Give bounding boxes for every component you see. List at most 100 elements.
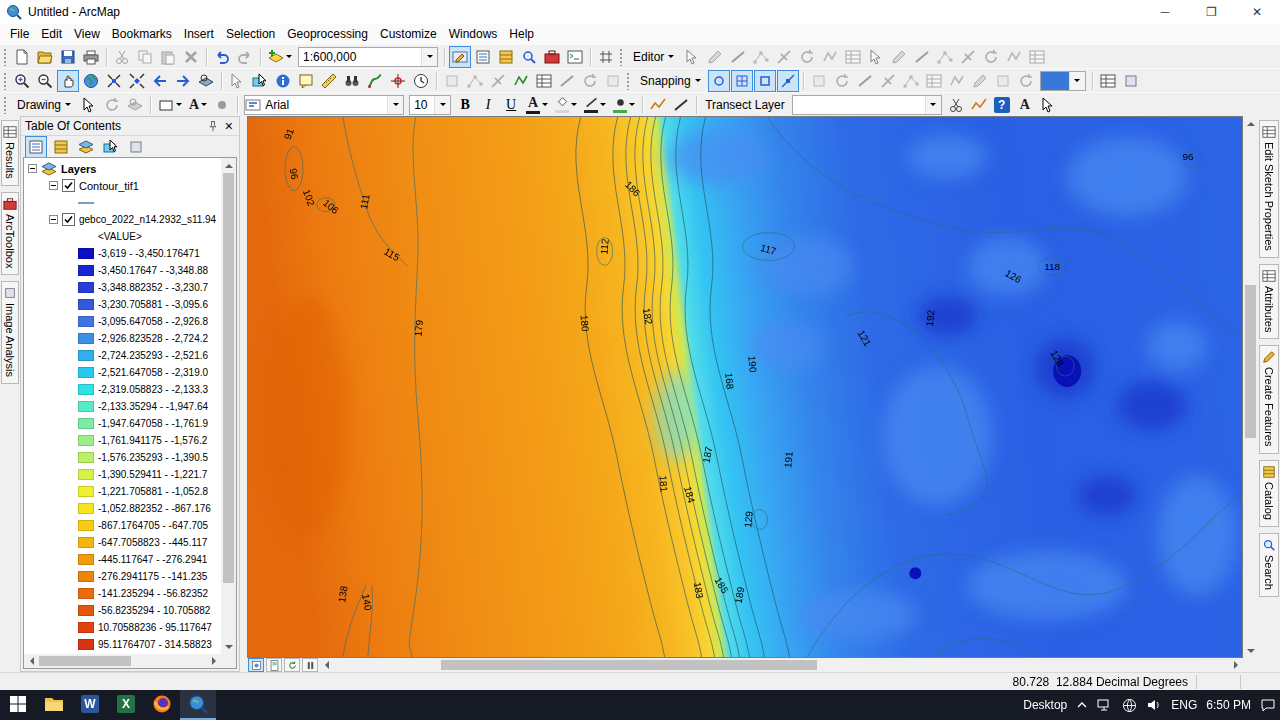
menu-item[interactable]: Edit <box>35 25 68 43</box>
clock[interactable]: 6:50 PM <box>1206 698 1251 712</box>
editor-menu[interactable]: Editor <box>627 46 680 68</box>
file-button[interactable] <box>80 46 102 68</box>
legend-row[interactable]: -1,761.941175 - -1,576.2 <box>24 432 221 449</box>
tree-expander[interactable] <box>49 181 58 190</box>
query-button[interactable] <box>318 70 340 92</box>
toolbar-grip[interactable] <box>3 96 7 114</box>
georeferencing-button[interactable] <box>854 70 876 92</box>
maximize-button[interactable]: ❐ <box>1188 0 1234 24</box>
toc-vertical-scrollbar-arrow-end[interactable] <box>221 639 236 654</box>
georeferencing-button[interactable] <box>877 70 899 92</box>
drawing-select-button[interactable] <box>78 94 100 116</box>
edit-tool-button[interactable] <box>773 46 795 68</box>
map-vertical-scrollbar-arrow-start[interactable] <box>1243 116 1258 131</box>
data-view-button[interactable] <box>248 658 264 672</box>
toc-vertical-scrollbar-track[interactable] <box>221 173 236 639</box>
add-data-button[interactable] <box>265 46 295 68</box>
map-horizontal-scrollbar-thumb[interactable] <box>441 660 816 670</box>
georeferencing-button[interactable] <box>831 70 853 92</box>
toolbar-grip[interactable] <box>626 72 630 90</box>
toc-horizontal-scrollbar-arrow-end[interactable] <box>206 654 221 668</box>
menu-item[interactable]: Customize <box>374 25 443 43</box>
extra-button[interactable] <box>595 46 617 68</box>
bold-button[interactable]: B <box>454 94 476 116</box>
menu-item[interactable]: Selection <box>220 25 281 43</box>
layer-checkbox[interactable] <box>62 179 75 192</box>
combo-button[interactable] <box>1069 72 1085 90</box>
edit-tool-button[interactable] <box>819 46 841 68</box>
edit-tool-button[interactable] <box>865 46 887 68</box>
legend-row[interactable]: -3,095.647058 - -2,926.8 <box>24 313 221 330</box>
tool-button[interactable] <box>1097 70 1119 92</box>
georeferencing-button[interactable] <box>992 70 1014 92</box>
query-button[interactable] <box>364 70 386 92</box>
transect-layer-combo[interactable] <box>792 95 942 115</box>
query-button[interactable] <box>226 70 248 92</box>
navigation-button[interactable] <box>195 70 217 92</box>
snap-button[interactable] <box>708 70 730 92</box>
window-button[interactable] <box>541 46 563 68</box>
legend-row[interactable]: -647.7058823 - -445.117 <box>24 534 221 551</box>
dock-tab[interactable]: ArcToolbox <box>1 192 19 275</box>
combo-button[interactable] <box>387 96 403 114</box>
toolbar-grip[interactable] <box>3 48 7 66</box>
legend-row[interactable]: -1,052.882352 - -867.176 <box>24 500 221 517</box>
navigation-button[interactable] <box>57 70 79 92</box>
desktop-toolbar[interactable]: Desktop <box>1023 698 1067 712</box>
legend-row[interactable]: -1,576.235293 - -1,390.5 <box>24 449 221 466</box>
edit-tool-button[interactable] <box>888 46 910 68</box>
fill-color-button[interactable] <box>552 94 580 116</box>
georeferencing-button[interactable] <box>923 70 945 92</box>
menu-item[interactable]: File <box>4 25 35 43</box>
drawing-select-button[interactable] <box>101 94 123 116</box>
georeferencing-button[interactable] <box>808 70 830 92</box>
navigation-button[interactable] <box>172 70 194 92</box>
pointer-button[interactable] <box>1037 94 1059 116</box>
map-horizontal-scrollbar[interactable] <box>319 658 1243 672</box>
edit-tool-button[interactable] <box>957 46 979 68</box>
legend-row[interactable]: -445.117647 - -276.2941 <box>24 551 221 568</box>
legend-row[interactable]: -2,724.235293 - -2,521.6 <box>24 347 221 364</box>
window-button[interactable] <box>472 46 494 68</box>
clipboard-button[interactable] <box>157 46 179 68</box>
edit-tool-button[interactable] <box>842 46 864 68</box>
file-button[interactable] <box>11 46 33 68</box>
query-button[interactable] <box>341 70 363 92</box>
legend-row[interactable]: -2,521.647058 - -2,319.0 <box>24 364 221 381</box>
map-horizontal-scrollbar-arrow-start[interactable] <box>319 658 334 672</box>
analysis-button[interactable] <box>579 70 601 92</box>
menu-item[interactable]: View <box>68 25 106 43</box>
toolbar-grip[interactable] <box>619 48 623 66</box>
edit-tool-button[interactable] <box>980 46 1002 68</box>
legend-row[interactable]: -1,947.647058 - -1,761.9 <box>24 415 221 432</box>
edit-tool-button[interactable] <box>750 46 772 68</box>
bathymetry-map[interactable]: 9196102106111115179180182186112117126118… <box>248 117 1242 657</box>
excel-taskbar-button[interactable]: X <box>108 690 144 720</box>
legend-row[interactable]: -2,319.058823 - -2,133.3 <box>24 381 221 398</box>
legend-row[interactable]: -56.8235294 - 10.705882 <box>24 602 221 619</box>
shape-button[interactable] <box>155 94 185 116</box>
dock-tab[interactable]: Attributes <box>1259 264 1279 339</box>
toc-vertical-scrollbar[interactable] <box>221 158 236 654</box>
snap-button[interactable] <box>754 70 776 92</box>
combo-button[interactable] <box>434 96 450 114</box>
map-vertical-scrollbar-thumb[interactable] <box>1245 285 1256 439</box>
legend-row[interactable]: -2,133.35294 - -1,947.64 <box>24 398 221 415</box>
menu-item[interactable]: Insert <box>178 25 220 43</box>
edit-tool-button[interactable] <box>704 46 726 68</box>
font-size-combo[interactable]: 10 <box>409 95 451 115</box>
layer-checkbox[interactable] <box>62 213 75 226</box>
dock-tab[interactable]: Catalog <box>1259 460 1279 527</box>
word-taskbar-button[interactable]: W <box>72 690 108 720</box>
close-button[interactable]: ✕ <box>1234 0 1280 24</box>
transect-button[interactable] <box>945 94 967 116</box>
snap-button[interactable] <box>731 70 753 92</box>
toc-horizontal-scrollbar-thumb[interactable] <box>39 656 131 666</box>
window-button[interactable] <box>564 46 586 68</box>
firefox-taskbar-button[interactable] <box>144 690 180 720</box>
snap-button[interactable] <box>777 70 799 92</box>
georeferencing-button[interactable] <box>969 70 991 92</box>
clipboard-button[interactable] <box>180 46 202 68</box>
edit-tool-button[interactable] <box>1026 46 1048 68</box>
map-vertical-scrollbar[interactable] <box>1243 116 1258 658</box>
